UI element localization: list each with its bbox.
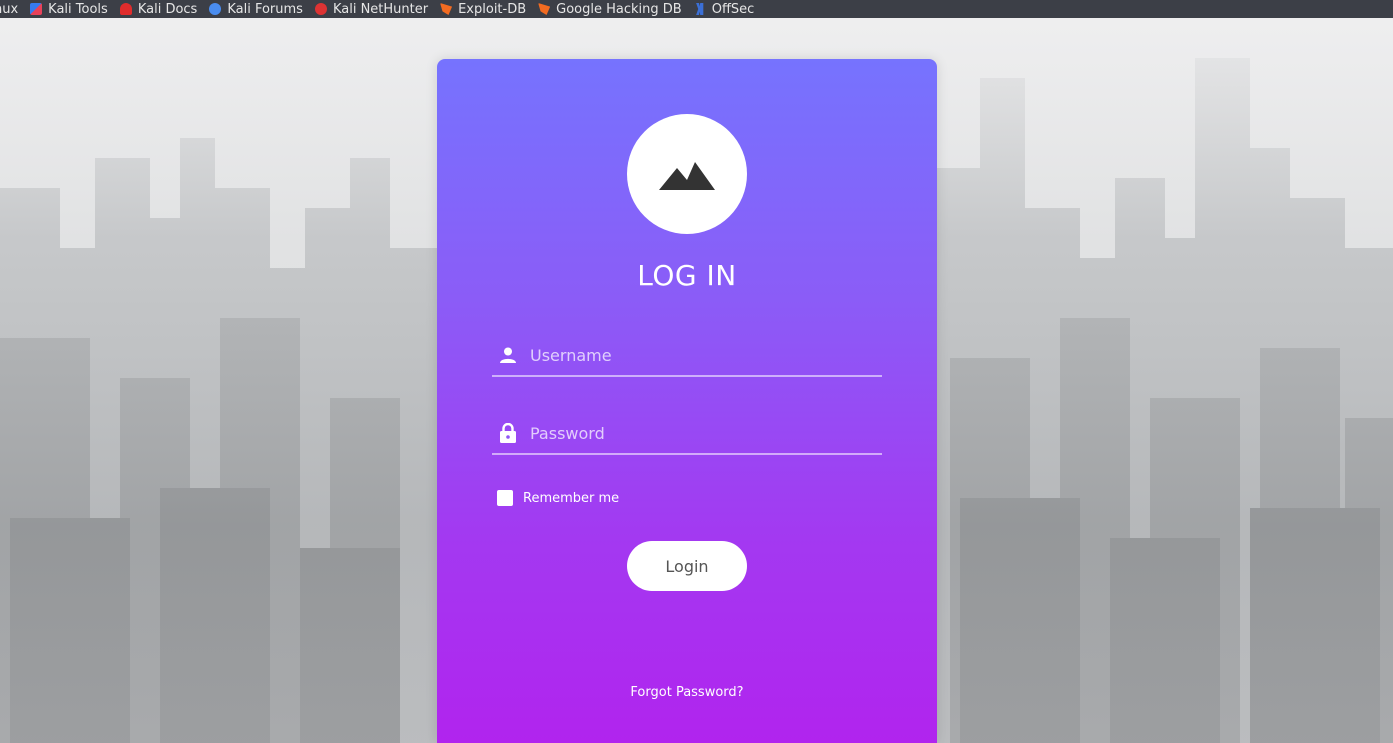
avatar xyxy=(627,114,747,234)
remember-me[interactable]: Remember me xyxy=(497,490,619,506)
remember-me-checkbox[interactable] xyxy=(497,490,513,506)
password-input[interactable] xyxy=(530,423,882,443)
mountain-icon xyxy=(659,162,715,190)
user-icon xyxy=(496,347,520,363)
lock-icon xyxy=(496,423,520,443)
bookmark-label: Kali Tools xyxy=(48,1,108,17)
bookmark-label: Kali Docs xyxy=(137,1,198,17)
bookmark-google-hacking-db[interactable]: Google Hacking DB xyxy=(532,0,688,18)
bookmark-label: OffSec xyxy=(711,1,755,17)
bookmark-kali-docs[interactable]: Kali Docs xyxy=(114,0,204,18)
page-title: LOG IN xyxy=(637,259,737,292)
kali-docs-icon xyxy=(119,3,132,15)
bookmark-kali-forums[interactable]: Kali Forums xyxy=(203,0,309,18)
bookmark-label: Exploit-DB xyxy=(458,1,527,17)
forgot-password-link[interactable]: Forgot Password? xyxy=(437,685,937,700)
bookmarks-bar: nux Kali Tools Kali Docs Kali Forums Kal… xyxy=(0,0,1393,18)
bookmark-kali-tools[interactable]: Kali Tools xyxy=(24,0,114,18)
bookmark-exploit-db[interactable]: Exploit-DB xyxy=(434,0,532,18)
remember-me-label: Remember me xyxy=(523,490,620,506)
kali-nethunter-icon xyxy=(314,3,327,15)
bookmark-offsec[interactable]: OffSec xyxy=(688,0,761,18)
bookmark-kali-nethunter[interactable]: Kali NetHunter xyxy=(309,0,434,18)
bookmark-label: Kali Forums xyxy=(227,1,303,17)
google-hacking-db-icon xyxy=(538,3,551,15)
password-field xyxy=(492,413,882,455)
bookmark-label: nux xyxy=(0,1,19,17)
offsec-icon xyxy=(696,3,704,15)
username-field xyxy=(492,335,882,377)
bookmark-label: Kali NetHunter xyxy=(332,1,429,17)
bookmark-nux[interactable]: nux xyxy=(0,0,24,18)
exploit-db-icon xyxy=(440,3,453,15)
login-button[interactable]: Login xyxy=(627,541,747,591)
bookmark-label: Google Hacking DB xyxy=(556,1,682,17)
kali-forums-icon xyxy=(209,3,222,15)
kali-tools-icon xyxy=(30,3,43,15)
login-card: LOG IN Remember me Login Forgot Password… xyxy=(437,59,937,743)
username-input[interactable] xyxy=(530,345,882,365)
